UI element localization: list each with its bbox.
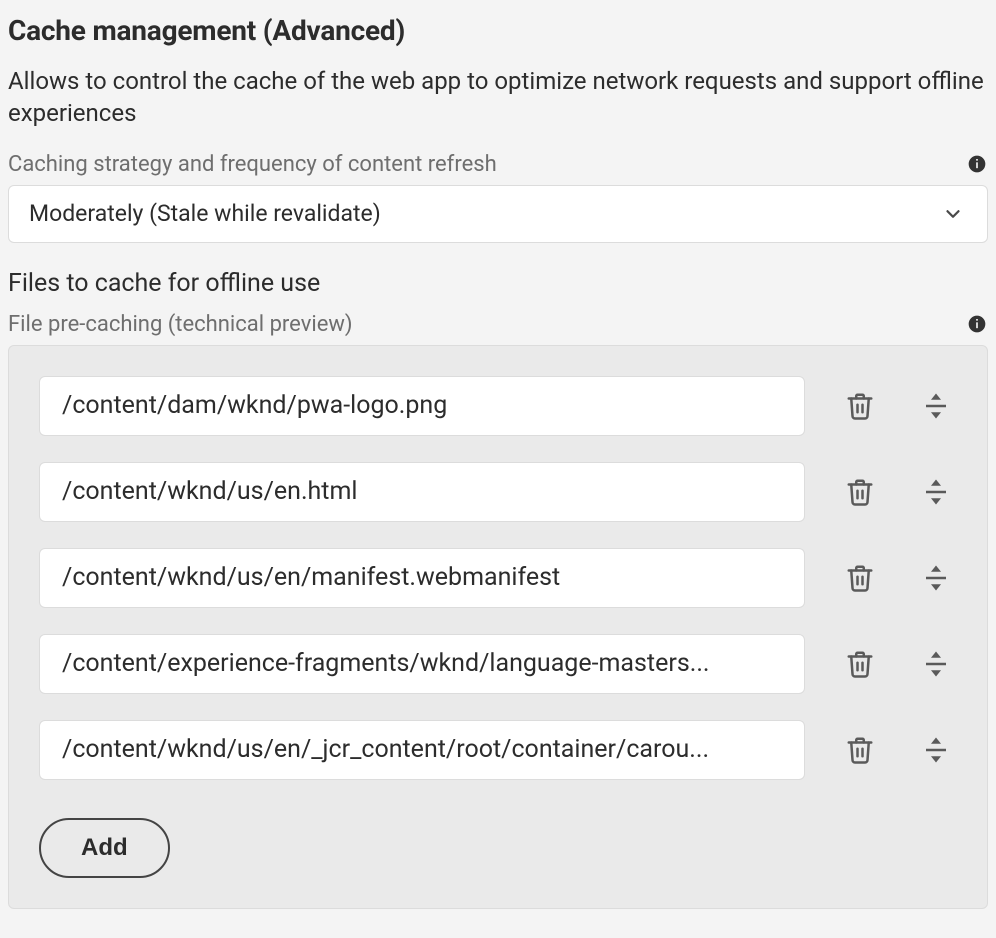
- trash-icon: [845, 563, 875, 593]
- reorder-button[interactable]: [915, 643, 957, 685]
- caching-strategy-select[interactable]: Moderately (Stale while revalidate): [8, 185, 988, 243]
- list-item: /content/wknd/us/en/manifest.webmanifest: [39, 548, 957, 608]
- reorder-icon: [921, 477, 951, 507]
- precache-list: /content/dam/wknd/pwa-logo.png /content/…: [8, 345, 988, 909]
- reorder-icon: [921, 391, 951, 421]
- reorder-button[interactable]: [915, 471, 957, 513]
- reorder-button[interactable]: [915, 729, 957, 771]
- file-path-input[interactable]: /content/wknd/us/en/manifest.webmanifest: [39, 548, 805, 608]
- add-button[interactable]: Add: [39, 818, 170, 878]
- trash-icon: [845, 391, 875, 421]
- caching-strategy-value: Moderately (Stale while revalidate): [29, 200, 381, 227]
- precache-label: File pre-caching (technical preview): [8, 312, 353, 337]
- delete-button[interactable]: [839, 643, 881, 685]
- section-description: Allows to control the cache of the web a…: [8, 65, 988, 130]
- delete-button[interactable]: [839, 471, 881, 513]
- reorder-icon: [921, 735, 951, 765]
- list-item: /content/wknd/us/en.html: [39, 462, 957, 522]
- list-item: /content/wknd/us/en/_jcr_content/root/co…: [39, 720, 957, 780]
- list-item: /content/experience-fragments/wknd/langu…: [39, 634, 957, 694]
- reorder-button[interactable]: [915, 385, 957, 427]
- strategy-label: Caching strategy and frequency of conten…: [8, 152, 497, 177]
- reorder-icon: [921, 563, 951, 593]
- info-icon[interactable]: [966, 313, 988, 335]
- delete-button[interactable]: [839, 557, 881, 599]
- file-path-input[interactable]: /content/wknd/us/en.html: [39, 462, 805, 522]
- reorder-button[interactable]: [915, 557, 957, 599]
- cache-management-panel: Cache management (Advanced) Allows to co…: [8, 14, 988, 909]
- list-item: /content/dam/wknd/pwa-logo.png: [39, 376, 957, 436]
- delete-button[interactable]: [839, 729, 881, 771]
- precache-heading: Files to cache for offline use: [8, 269, 988, 298]
- trash-icon: [845, 477, 875, 507]
- file-path-input[interactable]: /content/experience-fragments/wknd/langu…: [39, 634, 805, 694]
- file-path-input[interactable]: /content/wknd/us/en/_jcr_content/root/co…: [39, 720, 805, 780]
- file-path-input[interactable]: /content/dam/wknd/pwa-logo.png: [39, 376, 805, 436]
- chevron-down-icon: [939, 200, 967, 228]
- strategy-label-row: Caching strategy and frequency of conten…: [8, 152, 988, 177]
- trash-icon: [845, 649, 875, 679]
- info-icon[interactable]: [966, 153, 988, 175]
- delete-button[interactable]: [839, 385, 881, 427]
- reorder-icon: [921, 649, 951, 679]
- precache-label-row: File pre-caching (technical preview): [8, 312, 988, 337]
- trash-icon: [845, 735, 875, 765]
- section-title: Cache management (Advanced): [8, 14, 988, 47]
